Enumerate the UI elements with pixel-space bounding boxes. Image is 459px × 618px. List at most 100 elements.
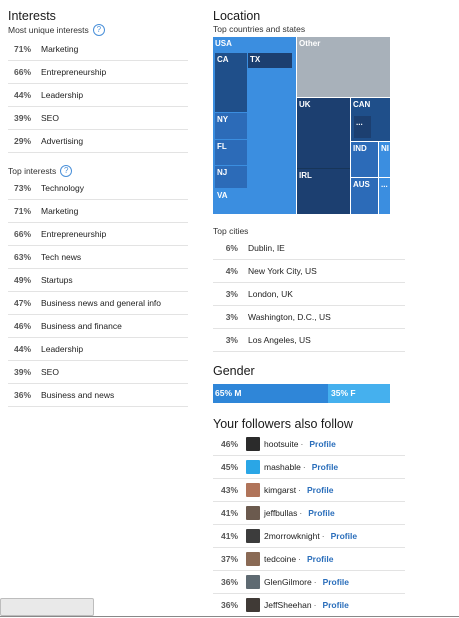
top-cities-subtitle: Top cities [213, 226, 249, 236]
city-row: 3% London, UK [213, 283, 405, 306]
percent-value: 46% [13, 321, 31, 331]
follow-row: 37% tedcoine · Profile [213, 548, 405, 571]
location-title: Location [213, 9, 261, 23]
gender-bar: 65% M 35% F [213, 384, 390, 403]
gender-male-segment: 65% M [213, 384, 329, 403]
horizontal-scrollbar[interactable] [0, 598, 94, 616]
percent-value: 37% [220, 554, 238, 564]
help-icon[interactable]: ? [92, 24, 105, 36]
city-row: 4% New York City, US [213, 260, 405, 283]
interests-panel: Interests Most unique interests ? 71% Mar… [8, 0, 188, 407]
treemap-aus-more[interactable]: ... [379, 178, 390, 214]
percent-value: 3% [225, 335, 238, 345]
treemap-tx[interactable]: TX [248, 53, 292, 68]
account-name[interactable]: GlenGilmore [264, 577, 312, 587]
top-cities-list: 6% Dublin, IE 4% New York City, US 3% London,… [213, 237, 405, 352]
percent-value: 4% [225, 266, 238, 276]
separator: · [300, 439, 304, 449]
percent-value: 3% [225, 312, 238, 322]
treemap-va[interactable]: VA [215, 189, 247, 211]
separator: · [313, 577, 317, 587]
countries-treemap: USA CA TX NY FL NJ VA Other UK IRL CAN .… [213, 37, 390, 214]
treemap-nj[interactable]: NJ [215, 166, 247, 188]
treemap-irl[interactable]: IRL [297, 168, 350, 214]
account-name[interactable]: hootsuite [264, 439, 299, 449]
account-name[interactable]: tedcoine [264, 554, 296, 564]
unique-interest-row: 29% Advertising [8, 130, 188, 153]
account-name[interactable]: kimgarst [264, 485, 296, 495]
separator: · [321, 531, 325, 541]
follow-row: 41% 2morrowknight · Profile [213, 525, 405, 548]
treemap-ind[interactable]: IND [351, 142, 378, 177]
row-label: Leadership [41, 90, 84, 100]
top-interests-subtitle: Top interests ? [8, 165, 188, 177]
account-name[interactable]: 2morrowknight [264, 531, 320, 541]
row-label: Advertising [41, 136, 84, 146]
percent-value: 39% [13, 113, 31, 123]
city-row: 3% Los Angeles, US [213, 329, 405, 352]
treemap-ni[interactable]: NI [379, 142, 390, 177]
help-icon[interactable]: ? [60, 165, 73, 177]
profile-link[interactable]: Profile [308, 508, 334, 518]
percent-value: 63% [13, 252, 31, 262]
profile-link[interactable]: Profile [307, 554, 333, 564]
profile-link[interactable]: Profile [309, 439, 335, 449]
percent-value: 43% [220, 485, 238, 495]
row-label: London, UK [248, 289, 293, 299]
top-interest-row: 39% SEO [8, 361, 188, 384]
top-interest-row: 71% Marketing [8, 200, 188, 223]
treemap-fl[interactable]: FL [215, 140, 247, 165]
demographics-panel: Location Top countries and states USA CA… [213, 0, 405, 617]
avatar[interactable] [246, 552, 260, 566]
percent-value: 29% [13, 136, 31, 146]
row-label: New York City, US [248, 266, 317, 276]
profile-link[interactable]: Profile [307, 485, 333, 495]
follow-row: 43% kimgarst · Profile [213, 479, 405, 502]
row-label: Washington, D.C., US [248, 312, 331, 322]
top-interest-row: 36% Business and news [8, 384, 188, 407]
percent-value: 71% [13, 206, 31, 216]
treemap-ny[interactable]: NY [215, 113, 247, 139]
percent-value: 73% [13, 183, 31, 193]
treemap-aus[interactable]: AUS [351, 178, 378, 214]
profile-link[interactable]: Profile [312, 462, 338, 472]
profile-link[interactable]: Profile [331, 531, 357, 541]
percent-value: 36% [13, 390, 31, 400]
top-interest-row: 46% Business and finance [8, 315, 188, 338]
separator: · [313, 600, 317, 610]
gender-female-segment: 35% F [328, 384, 390, 403]
interests-title: Interests [8, 9, 56, 23]
top-interest-row: 73% Technology [8, 177, 188, 200]
separator: · [299, 508, 303, 518]
avatar[interactable] [246, 483, 260, 497]
avatar[interactable] [246, 506, 260, 520]
follow-row: 41% jeffbullas · Profile [213, 502, 405, 525]
account-name[interactable]: jeffbullas [264, 508, 297, 518]
account-name[interactable]: JeffSheehan [264, 600, 312, 610]
avatar[interactable] [246, 460, 260, 474]
also-follow-title: Your followers also follow [213, 417, 353, 431]
treemap-ca[interactable]: CA [215, 53, 247, 112]
profile-link[interactable]: Profile [322, 600, 348, 610]
percent-value: 36% [220, 600, 238, 610]
avatar[interactable] [246, 437, 260, 451]
profile-link[interactable]: Profile [323, 577, 349, 587]
percent-value: 3% [225, 289, 238, 299]
bottom-divider [0, 616, 459, 617]
separator: · [298, 485, 301, 495]
treemap-can-more[interactable]: ... [354, 116, 371, 138]
row-label: Business and news [41, 390, 115, 400]
row-label: Technology [41, 183, 85, 193]
follow-row: 45% mashable · Profile [213, 456, 405, 479]
avatar[interactable] [246, 529, 260, 543]
percent-value: 41% [220, 531, 238, 541]
avatar[interactable] [246, 575, 260, 589]
avatar[interactable] [246, 598, 260, 612]
unique-interests-list: 71% Marketing 66% Entrepreneurship 44% Leader… [8, 38, 188, 153]
percent-value: 66% [13, 229, 31, 239]
account-name[interactable]: mashable [264, 462, 301, 472]
treemap-other[interactable]: Other [297, 37, 390, 97]
unique-interest-row: 71% Marketing [8, 38, 188, 61]
unique-interest-row: 39% SEO [8, 107, 188, 130]
percent-value: 44% [13, 344, 31, 354]
